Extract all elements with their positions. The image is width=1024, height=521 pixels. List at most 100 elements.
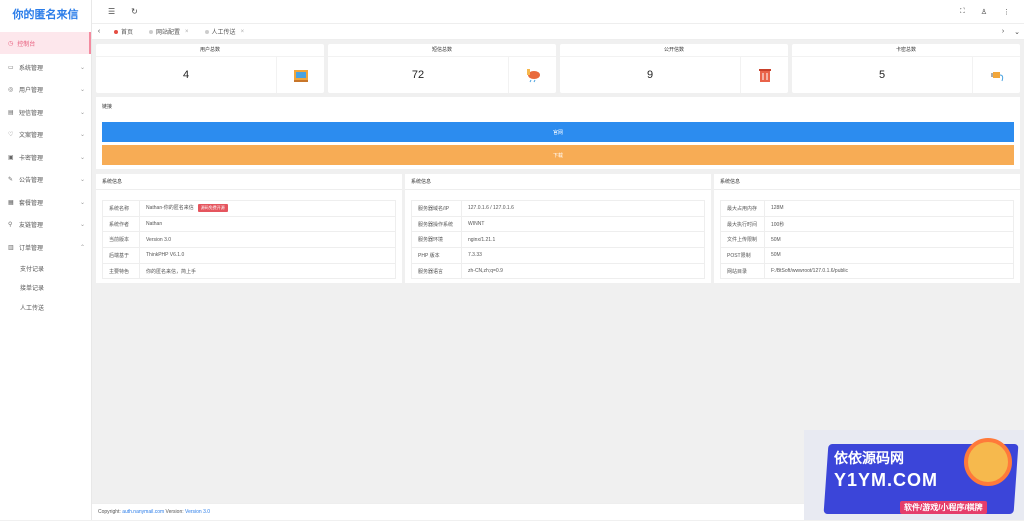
table-row: 网站目录 F:/BtSoft/wwwroot/127.0.1.6/public bbox=[720, 262, 1014, 280]
open-source-badge[interactable]: 源码免费开源 bbox=[197, 204, 228, 213]
sidebar-item-home[interactable]: ◷ 控制台 bbox=[0, 32, 91, 54]
stat-card-sms: 短信总数 72 bbox=[328, 44, 556, 93]
user-avatar-icon[interactable]: ♙ bbox=[981, 8, 987, 16]
trash-icon bbox=[740, 57, 788, 93]
sidebar-item-users[interactable]: ◎ 用户管理 ⌄ bbox=[0, 79, 91, 102]
sidebar-item-sms[interactable]: ▤ 短信管理 ⌄ bbox=[0, 101, 91, 124]
footer-version-link[interactable]: Version 3.0 bbox=[185, 509, 210, 515]
stat-card-cards: 卡密总数 5 bbox=[792, 44, 1020, 93]
link-icon: ⚲ bbox=[8, 222, 13, 229]
official-site-button[interactable]: 官网 bbox=[102, 122, 1014, 142]
sidebar-item-notices[interactable]: ✎ 公告管理 ⌄ bbox=[0, 169, 91, 192]
grid-icon: ▦ bbox=[8, 199, 14, 206]
chevron-down-icon: ⌄ bbox=[79, 64, 85, 71]
sidebar-subitem-payments[interactable]: 支付记录 bbox=[0, 259, 91, 279]
table-row: 最大执行时间 100秒 bbox=[720, 215, 1014, 233]
cloud-rain-icon bbox=[508, 57, 556, 93]
watermark-title: 依依源码网 bbox=[834, 450, 904, 466]
sidebar-subitem-received[interactable]: 接单记录 bbox=[0, 278, 91, 298]
links-title: 链接 bbox=[102, 104, 113, 110]
footer-site-link[interactable]: auth.nanymail.com bbox=[122, 509, 164, 515]
top-bar: ☰ ↻ ⛶ ♙ ⋮ bbox=[92, 0, 1024, 24]
dot-icon bbox=[204, 29, 209, 34]
stat-card-users: 用户总数 4 bbox=[96, 44, 324, 93]
plug-icon bbox=[972, 57, 1020, 93]
table-row: 服务器环境 nginx/1.21.1 bbox=[411, 231, 705, 249]
dot-icon bbox=[149, 29, 154, 34]
sidebar-item-orders[interactable]: ▥ 订单管理 ⌃ bbox=[0, 236, 91, 259]
sidebar-item-links[interactable]: ⚲ 友链管理 ⌄ bbox=[0, 214, 91, 237]
chevron-down-icon: ⌄ bbox=[79, 87, 85, 94]
panel-title: 系统信息 bbox=[405, 174, 711, 190]
heart-icon: ♡ bbox=[8, 132, 14, 139]
table-row: PHP 版本 7.3.33 bbox=[411, 247, 705, 264]
stat-card-public-letters: 公开信数 9 bbox=[560, 44, 788, 93]
chevron-down-icon: ⌄ bbox=[79, 154, 85, 161]
more-icon[interactable]: ⋮ bbox=[1003, 8, 1010, 16]
table-row: 文件上传限制 50M bbox=[720, 231, 1014, 249]
close-icon[interactable]: × bbox=[185, 29, 189, 35]
tabs-next-icon[interactable]: › bbox=[996, 24, 1010, 40]
table-row: POST限制 50M bbox=[720, 247, 1014, 264]
tab-site-config[interactable]: 网站配置 × bbox=[141, 24, 197, 40]
chevron-down-icon: ⌄ bbox=[79, 109, 85, 116]
fullscreen-icon[interactable]: ⛶ bbox=[960, 8, 965, 16]
stat-value: 72 bbox=[411, 69, 425, 81]
table-row: 当前版本 Version 3.0 bbox=[102, 231, 396, 249]
close-icon[interactable]: × bbox=[241, 29, 245, 35]
sidebar-item-copy[interactable]: ♡ 文案管理 ⌄ bbox=[0, 124, 91, 147]
magnifier-icon bbox=[964, 438, 1012, 486]
table-row: 主要特色 你的匿名来信，简上手 bbox=[102, 262, 396, 280]
table-row: 系统名称 Nathan-你的匿名来信 源码免费开源 bbox=[102, 200, 396, 217]
users-box-icon bbox=[276, 57, 324, 93]
table-row: 服务器操作系统 WINNT bbox=[411, 215, 705, 233]
table-row: 服务器域名/IP 127.0.1.6 / 127.0.1.6 bbox=[411, 200, 705, 217]
stat-value: 5 bbox=[878, 69, 886, 81]
links-panel: 链接 官网 下载 bbox=[96, 97, 1020, 169]
stat-cards: 用户总数 4 短信总数 72 公开信数 9 卡密总数 5 bbox=[96, 44, 1020, 93]
tab-home[interactable]: 首页 bbox=[106, 24, 141, 40]
watermark-banner: 依依源码网 Y1YM.COM 软件/游戏/小程序/棋牌 bbox=[804, 430, 1024, 520]
server-info-panel: 系统信息 服务器域名/IP 127.0.1.6 / 127.0.1.6 服务器操作… bbox=[405, 174, 711, 283]
user-icon: ◎ bbox=[8, 87, 14, 94]
stat-title: 短信总数 bbox=[328, 44, 556, 57]
download-button[interactable]: 下载 bbox=[102, 145, 1014, 165]
stat-value: 9 bbox=[646, 69, 654, 81]
system-info-panel: 系统信息 系统名称 Nathan-你的匿名来信 源码免费开源 系统作者 Nathan … bbox=[96, 174, 402, 283]
limits-info-panel: 系统信息 最大占用内存 128M 最大执行时间 100秒 文件上传限制 50M POS… bbox=[714, 174, 1020, 283]
refresh-icon[interactable]: ↻ bbox=[131, 7, 138, 16]
tab-manual-send[interactable]: 人工传送 × bbox=[197, 24, 253, 40]
edit-icon: ✎ bbox=[8, 177, 14, 184]
stat-title: 用户总数 bbox=[96, 44, 324, 57]
stat-value: 4 bbox=[182, 69, 190, 81]
chevron-down-icon: ⌄ bbox=[79, 199, 85, 206]
tabs-prev-icon[interactable]: ‹ bbox=[92, 24, 106, 40]
app-logo[interactable]: 你的匿名来信 bbox=[0, 6, 91, 30]
stat-title: 公开信数 bbox=[560, 44, 788, 57]
panel-title: 系统信息 bbox=[96, 174, 402, 190]
sidebar-item-label: 控制台 bbox=[17, 41, 36, 48]
info-table: 最大占用内存 128M 最大执行时间 100秒 文件上传限制 50M POST限制 50… bbox=[720, 200, 1014, 280]
tabs-nav: › ⌄ bbox=[996, 24, 1024, 40]
table-row: 最大占用内存 128M bbox=[720, 200, 1014, 217]
sidebar-subitem-manual[interactable]: 人工传送 bbox=[0, 298, 91, 318]
stat-title: 卡密总数 bbox=[792, 44, 1020, 57]
watermark-domain: Y1YM.COM bbox=[834, 470, 939, 490]
card-icon: ▣ bbox=[8, 154, 14, 161]
sidebar: 你的匿名来信 ◷ 控制台 ▭ 系统管理 ⌄ ◎ 用户管理 ⌄ ▤ 短信管理 ⌄ ♡ 文案管理 ⌄… bbox=[0, 0, 92, 520]
panel-title: 系统信息 bbox=[714, 174, 1020, 190]
top-bar-actions: ⛶ ♙ ⋮ bbox=[960, 8, 1010, 16]
order-icon: ▥ bbox=[8, 244, 14, 251]
tabs-dropdown-icon[interactable]: ⌄ bbox=[1010, 24, 1024, 40]
sidebar-item-cards[interactable]: ▣ 卡密管理 ⌄ bbox=[0, 146, 91, 169]
sidebar-item-system[interactable]: ▭ 系统管理 ⌄ bbox=[0, 56, 91, 79]
monitor-icon: ▭ bbox=[8, 64, 14, 71]
dashboard-icon: ◷ bbox=[8, 40, 14, 47]
sidebar-menu: ▭ 系统管理 ⌄ ◎ 用户管理 ⌄ ▤ 短信管理 ⌄ ♡ 文案管理 ⌄ ▣ 卡密管理 ⌄ ✎ 公告管理… bbox=[0, 56, 91, 317]
table-row: 服务器语言 zh-CN,zh;q=0.9 bbox=[411, 262, 705, 280]
chevron-up-icon: ⌃ bbox=[79, 244, 85, 251]
chevron-down-icon: ⌄ bbox=[79, 177, 85, 184]
table-row: 后端基于 ThinkPHP V6.1.0 bbox=[102, 247, 396, 264]
sidebar-item-packages[interactable]: ▦ 套餐管理 ⌄ bbox=[0, 191, 91, 214]
menu-toggle-icon[interactable]: ☰ bbox=[108, 7, 115, 16]
